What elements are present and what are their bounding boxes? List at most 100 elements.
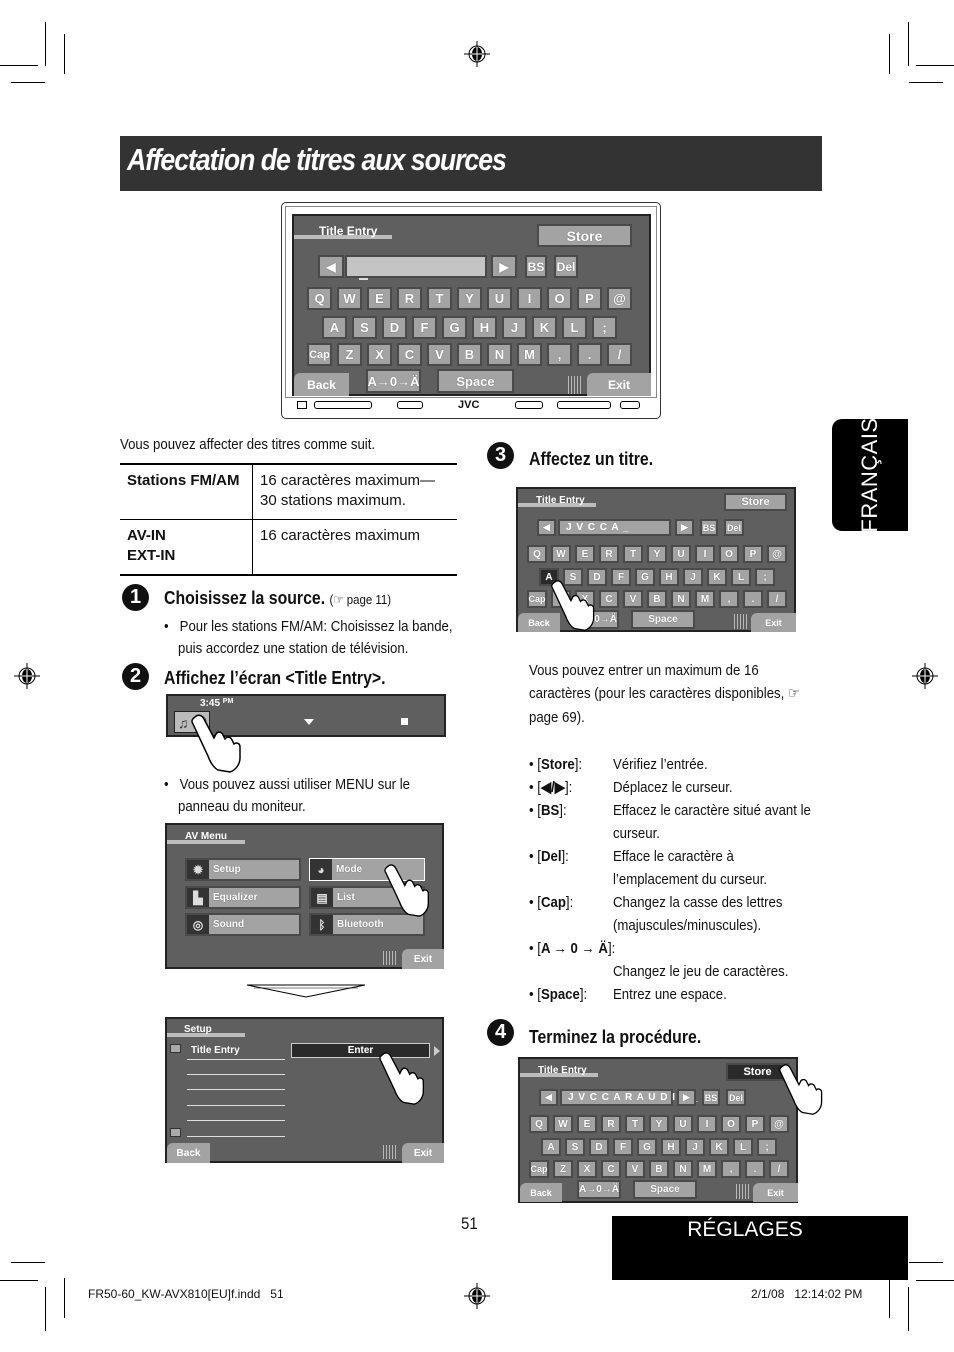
av-menu-item-equalizer[interactable]: ▙ Equalizer	[185, 886, 301, 909]
key-V[interactable]: V	[625, 1160, 645, 1178]
av-menu-item-sound[interactable]: ◎ Sound	[185, 913, 301, 936]
store-button[interactable]: Store	[537, 224, 632, 247]
key-J[interactable]: J	[502, 316, 527, 339]
back-button[interactable]: Back	[520, 1183, 562, 1202]
key-Z[interactable]: Z	[553, 1160, 573, 1178]
cursor-right-button[interactable]: ▶	[677, 1089, 696, 1106]
scroll-down-button[interactable]	[170, 1128, 181, 1137]
key-P[interactable]: P	[745, 1115, 765, 1133]
key-N[interactable]: N	[671, 590, 691, 608]
key-W[interactable]: W	[553, 1115, 573, 1133]
key-F[interactable]: F	[412, 316, 437, 339]
cursor-left-button[interactable]: ◀	[539, 1089, 558, 1106]
scroll-up-button[interactable]	[170, 1044, 181, 1053]
key-I[interactable]: I	[517, 287, 542, 310]
bs-button[interactable]: BS	[700, 519, 718, 536]
key-@[interactable]: @	[769, 1115, 789, 1133]
key-I[interactable]: I	[695, 545, 715, 563]
key-Q[interactable]: Q	[307, 287, 332, 310]
key-H[interactable]: H	[661, 1138, 681, 1156]
key-N[interactable]: N	[673, 1160, 693, 1178]
key-H[interactable]: H	[659, 568, 679, 586]
key-L[interactable]: L	[733, 1138, 753, 1156]
key-V[interactable]: V	[623, 590, 643, 608]
cursor-left-button[interactable]: ◀	[318, 255, 344, 278]
del-button[interactable]: Del	[724, 519, 744, 536]
title-input[interactable]	[345, 255, 487, 278]
bs-button[interactable]: BS	[525, 255, 547, 278]
space-button[interactable]: Space	[437, 369, 514, 393]
key-T[interactable]: T	[623, 545, 643, 563]
key-G[interactable]: G	[635, 568, 655, 586]
key-X[interactable]: X	[577, 1160, 597, 1178]
key-X[interactable]: X	[367, 343, 392, 366]
key-L[interactable]: L	[731, 568, 751, 586]
key-T[interactable]: T	[625, 1115, 645, 1133]
title-input[interactable]: J V C C A R A U D I O _	[560, 1089, 698, 1106]
setup-item-title-entry[interactable]: Title Entry	[191, 1045, 240, 1056]
key-Y[interactable]: Y	[457, 287, 482, 310]
key-W[interactable]: W	[551, 545, 571, 563]
key-M[interactable]: M	[697, 1160, 717, 1178]
panel-att-button[interactable]	[297, 401, 307, 409]
key-Cap[interactable]: Cap	[529, 1160, 549, 1178]
key-P[interactable]: P	[743, 545, 763, 563]
key-Z[interactable]: Z	[337, 343, 362, 366]
key-,[interactable]: ,	[719, 590, 739, 608]
av-menu-item-setup[interactable]: ✹ Setup	[185, 858, 301, 881]
key-,[interactable]: ,	[721, 1160, 741, 1178]
key-V[interactable]: V	[427, 343, 452, 366]
key-C[interactable]: C	[397, 343, 422, 366]
key-O[interactable]: O	[547, 287, 572, 310]
key-J[interactable]: J	[685, 1138, 705, 1156]
key-U[interactable]: U	[671, 545, 691, 563]
key-Q[interactable]: Q	[527, 545, 547, 563]
key-Y[interactable]: Y	[649, 1115, 669, 1133]
key-D[interactable]: D	[589, 1138, 609, 1156]
title-input[interactable]: J V C C A _	[558, 519, 671, 536]
key-B[interactable]: B	[647, 590, 667, 608]
charset-button[interactable]: A→0→Ä	[577, 1180, 621, 1199]
key-H[interactable]: H	[472, 316, 497, 339]
key-S[interactable]: S	[565, 1138, 585, 1156]
back-button[interactable]: Back	[294, 373, 349, 396]
panel-vol-button[interactable]	[314, 401, 372, 409]
store-button[interactable]: Store	[724, 493, 787, 511]
key-J[interactable]: J	[683, 568, 703, 586]
key-T[interactable]: T	[427, 287, 452, 310]
key-E[interactable]: E	[577, 1115, 597, 1133]
key-E[interactable]: E	[367, 287, 392, 310]
key-/[interactable]: /	[767, 590, 787, 608]
key-G[interactable]: G	[637, 1138, 657, 1156]
key-F[interactable]: F	[613, 1138, 633, 1156]
key-P[interactable]: P	[577, 287, 602, 310]
key-C[interactable]: C	[599, 590, 619, 608]
key-.[interactable]: .	[745, 1160, 765, 1178]
key-D[interactable]: D	[382, 316, 407, 339]
key-G[interactable]: G	[442, 316, 467, 339]
key-@[interactable]: @	[767, 545, 787, 563]
key-B[interactable]: B	[457, 343, 482, 366]
key-;[interactable]: ;	[757, 1138, 777, 1156]
key-/[interactable]: /	[607, 343, 632, 366]
key-I[interactable]: I	[697, 1115, 717, 1133]
key-@[interactable]: @	[607, 287, 632, 310]
exit-button[interactable]: Exit	[402, 949, 444, 969]
key-C[interactable]: C	[601, 1160, 621, 1178]
key-O[interactable]: O	[721, 1115, 741, 1133]
key-B[interactable]: B	[649, 1160, 669, 1178]
key-E[interactable]: E	[575, 545, 595, 563]
exit-button[interactable]: Exit	[751, 613, 796, 632]
key-A[interactable]: A	[541, 1138, 561, 1156]
key-S[interactable]: S	[352, 316, 377, 339]
bs-button[interactable]: BS	[702, 1089, 720, 1106]
key-,[interactable]: ,	[547, 343, 572, 366]
key-O[interactable]: O	[719, 545, 739, 563]
cursor-left-button[interactable]: ◀	[537, 519, 556, 536]
key-U[interactable]: U	[487, 287, 512, 310]
key-R[interactable]: R	[599, 545, 619, 563]
panel-menu-button[interactable]	[515, 401, 543, 409]
key-Q[interactable]: Q	[529, 1115, 549, 1133]
key-.[interactable]: .	[743, 590, 763, 608]
cursor-right-button[interactable]: ▶	[675, 519, 694, 536]
